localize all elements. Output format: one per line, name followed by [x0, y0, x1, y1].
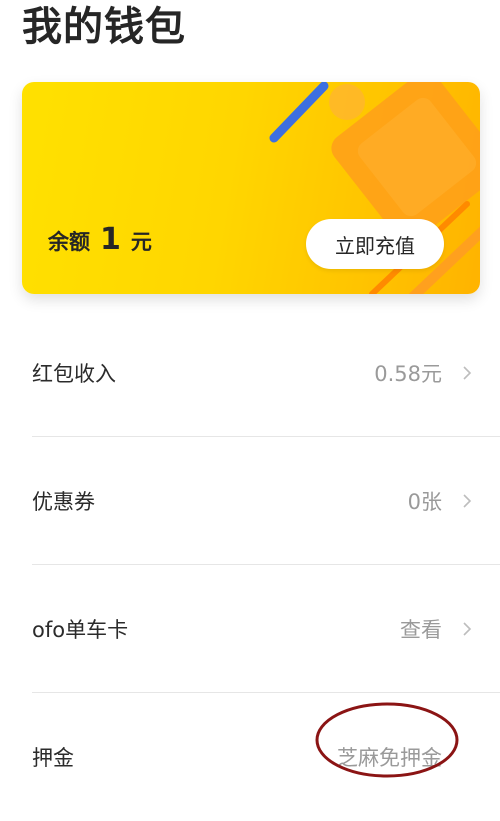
chevron-right-icon	[462, 437, 472, 565]
annotation-circle	[315, 702, 459, 778]
balance-unit: 元	[130, 230, 152, 254]
row-label: 押金	[32, 746, 74, 770]
row-value: 查看	[400, 618, 442, 642]
recharge-button[interactable]: 立即充值	[306, 219, 444, 269]
chevron-right-icon	[462, 309, 472, 437]
balance-display: 余额 1 元	[48, 222, 152, 257]
list-item-red-packet[interactable]: 红包收入 0.58元	[32, 309, 500, 437]
balance-card: 余额 1 元 立即充值	[22, 82, 480, 294]
row-label: 红包收入	[32, 362, 116, 386]
page-title: 我的钱包	[22, 4, 186, 50]
chevron-right-icon	[462, 565, 472, 693]
row-value: 0.58元	[374, 362, 442, 386]
row-label: 优惠券	[32, 490, 95, 514]
list-item-coupons[interactable]: 优惠券 0张	[32, 437, 500, 565]
row-label: ofo单车卡	[32, 618, 129, 642]
balance-amount: 1	[100, 222, 121, 257]
balance-label: 余额	[48, 230, 90, 254]
row-value: 0张	[407, 490, 442, 514]
list-item-bike-card[interactable]: ofo单车卡 查看	[32, 565, 500, 693]
